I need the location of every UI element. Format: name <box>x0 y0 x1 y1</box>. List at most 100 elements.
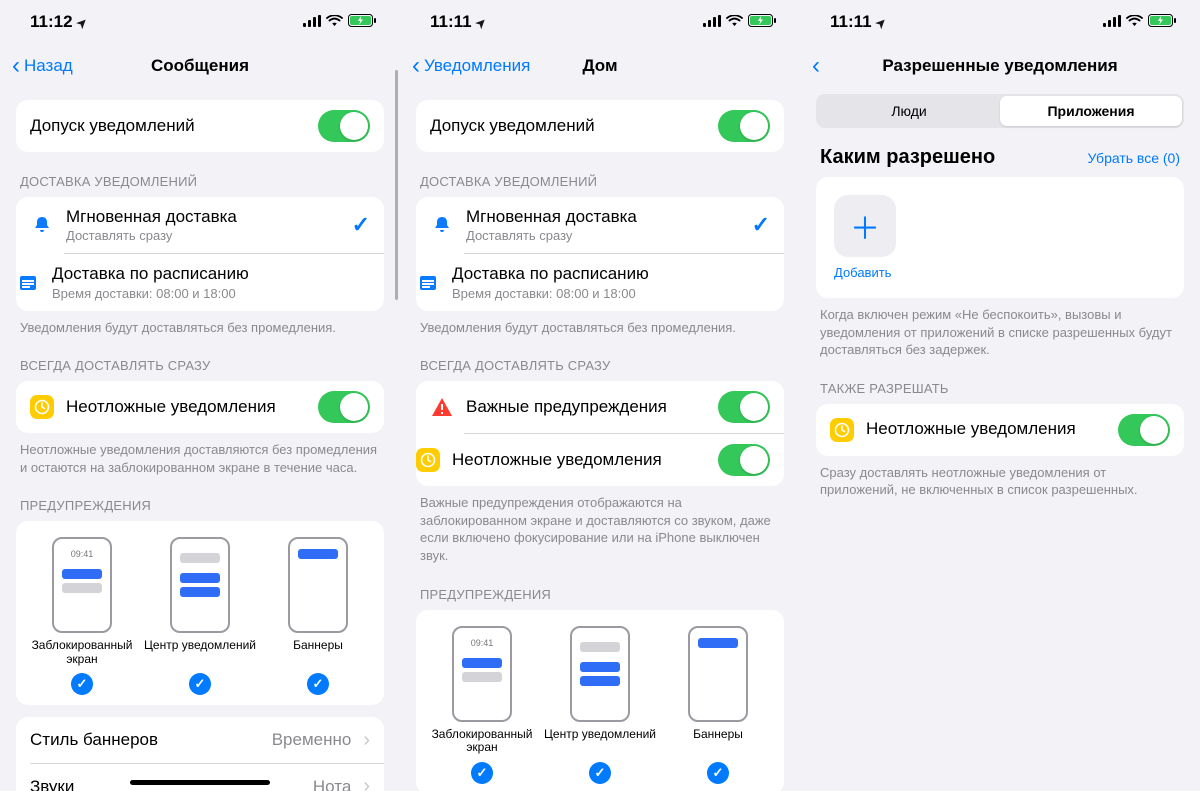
scheduled-sub: Время доставки: 08:00 и 18:00 <box>52 286 370 301</box>
time-sensitive-row[interactable]: Неотложные уведомления <box>464 433 784 486</box>
immediate-delivery-row[interactable]: Мгновенная доставка Доставлять сразу ✓ <box>16 197 384 253</box>
alert-lock-col[interactable]: Заблокированный экран ✓ <box>426 626 538 784</box>
banner-style-label: Стиль баннеров <box>30 730 260 750</box>
immediate-title: Мгновенная доставка <box>66 207 340 227</box>
wifi-icon <box>1126 12 1143 32</box>
allow-toggle[interactable] <box>718 110 770 142</box>
add-app-tile[interactable]: ＋ Добавить <box>816 177 1184 298</box>
segment-people[interactable]: Люди <box>818 96 1000 126</box>
chevron-right-icon: › <box>363 729 370 752</box>
sounds-row[interactable]: Звуки Нота › <box>30 763 384 791</box>
scheduled-delivery-row[interactable]: Доставка по расписанию Время доставки: 0… <box>64 253 384 310</box>
warning-icon <box>430 395 454 419</box>
schedule-icon <box>16 271 40 295</box>
back-label: Назад <box>24 56 73 76</box>
scrollbar[interactable] <box>395 70 398 300</box>
immediate-sub: Доставлять сразу <box>466 228 740 243</box>
alert-center-col[interactable]: Центр уведомлений ✓ <box>544 626 656 784</box>
bell-icon <box>430 213 454 237</box>
critical-alerts-row[interactable]: Важные предупреждения <box>416 381 784 433</box>
home-indicator[interactable] <box>130 780 270 785</box>
banner-style-value: Временно <box>272 730 352 750</box>
always-note: Важные предупреждения отображаются на за… <box>416 486 784 564</box>
section-alerts: ПРЕДУПРЕЖДЕНИЯ <box>416 565 784 610</box>
allow-toggle[interactable] <box>318 110 370 142</box>
segment-apps[interactable]: Приложения <box>1000 96 1182 126</box>
scheduled-title: Доставка по расписанию <box>52 264 370 284</box>
add-label: Добавить <box>834 265 891 280</box>
battery-icon <box>348 12 376 32</box>
section-alerts: ПРЕДУПРЕЖДЕНИЯ <box>16 476 384 521</box>
back-button[interactable]: ‹ Уведомления <box>412 54 530 78</box>
ts-label: Неотложные уведомления <box>452 450 706 470</box>
section-always: ВСЕГДА ДОСТАВЛЯТЬ СРАЗУ <box>16 336 384 381</box>
bell-icon <box>30 213 54 237</box>
check-icon: ✓ <box>471 762 493 784</box>
check-icon: ✓ <box>189 673 211 695</box>
chevron-left-icon: ‹ <box>412 54 420 78</box>
alert-banner-label: Баннеры <box>293 639 343 667</box>
signal-icon <box>1103 12 1121 32</box>
signal-icon <box>303 12 321 32</box>
back-button[interactable]: ‹ Назад <box>12 54 73 78</box>
status-time: 11:11 <box>830 12 872 32</box>
battery-icon <box>748 12 776 32</box>
check-icon: ✓ <box>707 762 729 784</box>
scheduled-title: Доставка по расписанию <box>452 264 770 284</box>
location-icon <box>876 12 886 32</box>
back-button[interactable]: ‹ <box>812 54 820 78</box>
allow-notifications-row[interactable]: Допуск уведомлений <box>416 100 784 152</box>
check-icon: ✓ <box>307 673 329 695</box>
allow-label: Допуск уведомлений <box>30 116 306 136</box>
time-sensitive-row[interactable]: Неотложные уведомления <box>16 381 384 433</box>
scheduled-delivery-row[interactable]: Доставка по расписанию Время доставки: 0… <box>464 253 784 310</box>
status-bar: 11:11 <box>400 0 800 44</box>
remove-all-link[interactable]: Убрать все (0) <box>1087 150 1180 166</box>
wifi-icon <box>726 12 743 32</box>
phone-screen-3: 11:11 ‹ Разрешенные уведомления Люди При… <box>800 0 1200 791</box>
section-delivery: ДОСТАВКА УВЕДОМЛЕНИЙ <box>16 152 384 197</box>
phone-screen-2: 11:11 ‹ Уведомления Дом Допуск уведомлен… <box>400 0 800 791</box>
allow-notifications-row[interactable]: Допуск уведомлений <box>16 100 384 152</box>
alert-lock-col[interactable]: Заблокированный экран ✓ <box>26 537 138 695</box>
location-icon <box>77 12 87 32</box>
clock-icon <box>830 418 854 442</box>
alert-banner-col[interactable]: Баннеры ✓ <box>262 537 374 695</box>
allowed-note: Когда включен режим «Не беспокоить», выз… <box>816 298 1184 359</box>
alert-banner-col[interactable]: Баннеры ✓ <box>662 626 774 784</box>
time-sensitive-row[interactable]: Неотложные уведомления <box>816 404 1184 456</box>
status-time: 11:11 <box>430 12 472 32</box>
delivery-note: Уведомления будут доставляться без проме… <box>16 311 384 337</box>
check-icon: ✓ <box>589 762 611 784</box>
critical-label: Важные предупреждения <box>466 397 706 417</box>
alert-lock-label: Заблокированный экран <box>426 728 538 756</box>
section-delivery: ДОСТАВКА УВЕДОМЛЕНИЙ <box>416 152 784 197</box>
banner-style-row[interactable]: Стиль баннеров Временно › <box>16 717 384 763</box>
alert-center-col[interactable]: Центр уведомлений ✓ <box>144 537 256 695</box>
immediate-title: Мгновенная доставка <box>466 207 740 227</box>
delivery-note: Уведомления будут доставляться без проме… <box>416 311 784 337</box>
scheduled-sub: Время доставки: 08:00 и 18:00 <box>452 286 770 301</box>
ts-toggle[interactable] <box>718 444 770 476</box>
chevron-left-icon: ‹ <box>12 54 20 78</box>
clock-icon <box>30 395 54 419</box>
battery-icon <box>1148 12 1176 32</box>
immediate-sub: Доставлять сразу <box>66 228 340 243</box>
location-icon <box>476 12 486 32</box>
segmented-control[interactable]: Люди Приложения <box>816 94 1184 128</box>
alert-banner-label: Баннеры <box>693 728 743 756</box>
page-title: Разрешенные уведомления <box>800 56 1200 76</box>
alert-center-label: Центр уведомлений <box>544 728 656 756</box>
allowed-title: Каким разрешено <box>820 146 995 169</box>
nav-header: ‹ Уведомления Дом <box>400 44 800 88</box>
ts-toggle[interactable] <box>318 391 370 423</box>
ts-toggle[interactable] <box>1118 414 1170 446</box>
wifi-icon <box>326 12 343 32</box>
ts-label: Неотложные уведомления <box>66 397 306 417</box>
also-note: Сразу доставлять неотложные уведомления … <box>816 456 1184 499</box>
immediate-delivery-row[interactable]: Мгновенная доставка Доставлять сразу ✓ <box>416 197 784 253</box>
allow-label: Допуск уведомлений <box>430 116 706 136</box>
critical-toggle[interactable] <box>718 391 770 423</box>
schedule-icon <box>416 271 440 295</box>
alerts-card: Заблокированный экран ✓ Центр уведомлени… <box>16 521 384 705</box>
